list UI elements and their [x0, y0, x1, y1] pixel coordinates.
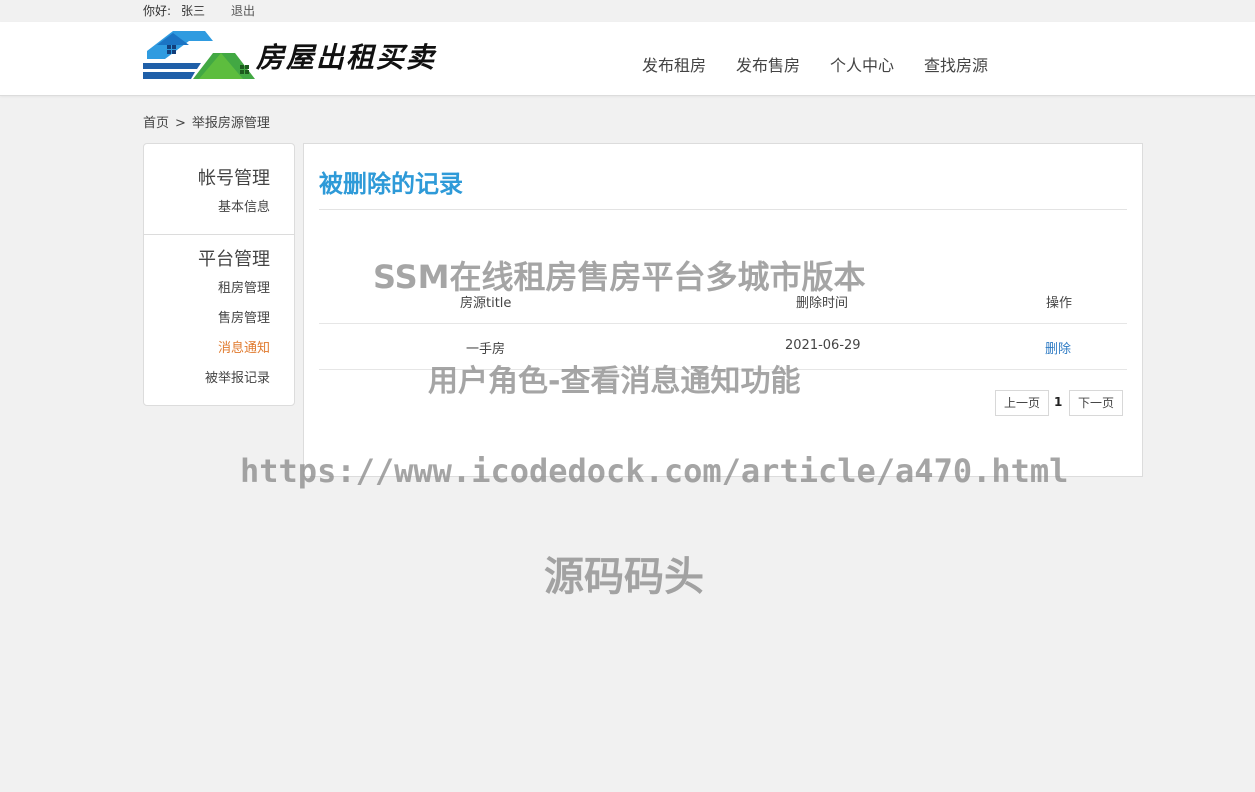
- house-logo-icon[interactable]: [143, 29, 255, 85]
- logout-link[interactable]: 退出: [231, 0, 255, 22]
- main-panel: 被删除的记录 房源title 删除时间 操作 一手房 2021-06-29 删除…: [303, 143, 1143, 477]
- nav-publish-sale[interactable]: 发布售房: [736, 52, 800, 76]
- nav-publish-rent[interactable]: 发布租房: [642, 52, 706, 76]
- sidebar: 帐号管理 基本信息 平台管理 租房管理 售房管理 消息通知 被举报记录: [143, 143, 295, 406]
- nav-find-housing[interactable]: 查找房源: [924, 52, 988, 76]
- nav-personal-center[interactable]: 个人中心: [830, 52, 894, 76]
- table-cell-deleted-time: 2021-06-29: [785, 338, 861, 353]
- breadcrumb-separator: >: [175, 116, 186, 131]
- breadcrumb: 首页 > 举报房源管理: [143, 112, 270, 131]
- column-header-title: 房源title: [460, 296, 512, 311]
- greeting-label: 你好:: [143, 4, 172, 18]
- table-header-divider: [319, 323, 1127, 324]
- breadcrumb-current: 举报房源管理: [191, 116, 270, 131]
- table-row-divider: [319, 369, 1127, 370]
- sidebar-item-basic-info[interactable]: 基本信息: [218, 196, 270, 215]
- sidebar-divider: [144, 234, 294, 235]
- pager-prev-button[interactable]: 上一页: [995, 390, 1049, 416]
- pager-current-page[interactable]: 1: [1054, 390, 1062, 414]
- site-header: 房屋出租买卖 发布租房 发布售房 个人中心 查找房源: [0, 22, 1255, 96]
- sidebar-item-reported-records[interactable]: 被举报记录: [205, 367, 270, 386]
- sidebar-item-notifications[interactable]: 消息通知: [218, 337, 270, 356]
- sidebar-section-account: 帐号管理: [198, 168, 270, 189]
- breadcrumb-home-link[interactable]: 首页: [143, 116, 169, 131]
- sidebar-section-platform: 平台管理: [198, 249, 270, 270]
- sidebar-item-rent-management[interactable]: 租房管理: [218, 277, 270, 296]
- column-header-action: 操作: [1046, 296, 1073, 311]
- delete-link[interactable]: 删除: [1045, 338, 1071, 357]
- column-header-deleted-time: 删除时间: [796, 296, 849, 311]
- table-cell-title: 一手房: [466, 342, 506, 357]
- sidebar-item-sale-management[interactable]: 售房管理: [218, 307, 270, 326]
- pager-next-button[interactable]: 下一页: [1069, 390, 1123, 416]
- page-title: 被删除的记录: [319, 170, 463, 198]
- username-label: 张三: [181, 4, 206, 18]
- watermark-brand: 源码码头: [544, 554, 704, 600]
- logo-text[interactable]: 房屋出租买卖: [256, 36, 436, 76]
- title-divider: [319, 209, 1127, 210]
- top-bar: 你好: 张三 退出: [0, 0, 1255, 22]
